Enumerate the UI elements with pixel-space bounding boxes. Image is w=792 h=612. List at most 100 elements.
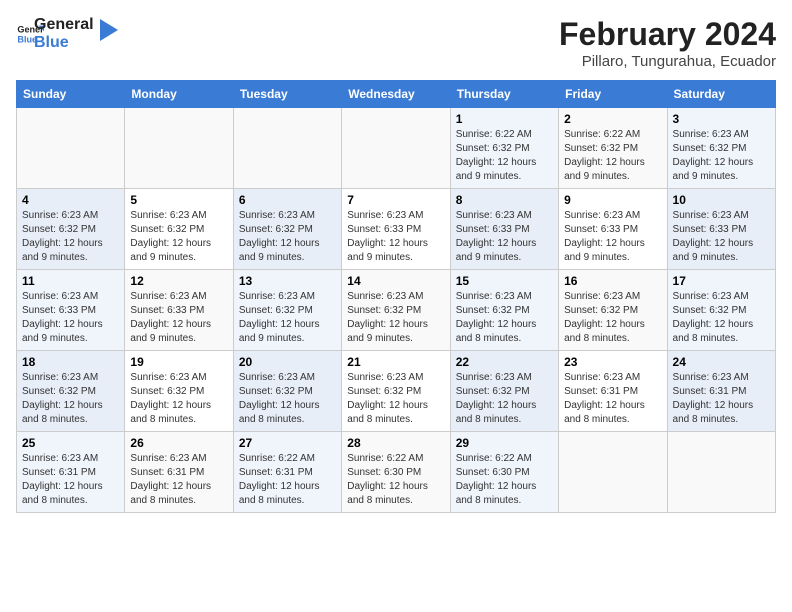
day-info: Sunrise: 6:23 AM Sunset: 6:32 PM Dayligh… [22,209,119,265]
day-number: 11 [22,274,119,288]
calendar-table: SundayMondayTuesdayWednesdayThursdayFrid… [16,80,776,513]
calendar-cell: 19 Sunrise: 6:23 AM Sunset: 6:32 PM Dayli… [125,351,233,432]
calendar-cell [342,108,450,189]
day-number: 10 [673,193,770,207]
day-number: 29 [456,436,553,450]
day-info: Sunrise: 6:23 AM Sunset: 6:33 PM Dayligh… [673,209,770,265]
calendar-cell: 28 Sunrise: 6:22 AM Sunset: 6:30 PM Dayli… [342,432,450,513]
calendar-cell: 3 Sunrise: 6:23 AM Sunset: 6:32 PM Daylig… [667,108,775,189]
logo-blue: Blue [34,34,94,52]
calendar-cell: 27 Sunrise: 6:22 AM Sunset: 6:31 PM Dayli… [233,432,341,513]
day-number: 9 [564,193,661,207]
calendar-header-row: SundayMondayTuesdayWednesdayThursdayFrid… [17,81,776,108]
calendar-cell: 6Sunrise: 6:23 AM Sunset: 6:32 PM Daylig… [233,189,341,270]
day-number: 22 [456,355,553,369]
day-number: 14 [347,274,444,288]
logo-general: General [34,16,94,34]
day-info: Sunrise: 6:22 AM Sunset: 6:32 PM Dayligh… [564,128,661,184]
calendar-cell: 8Sunrise: 6:23 AM Sunset: 6:33 PM Daylig… [450,189,558,270]
day-info: Sunrise: 6:23 AM Sunset: 6:32 PM Dayligh… [456,290,553,346]
day-info: Sunrise: 6:23 AM Sunset: 6:32 PM Dayligh… [239,371,336,427]
day-number: 1 [456,112,553,126]
day-info: Sunrise: 6:23 AM Sunset: 6:32 PM Dayligh… [130,371,227,427]
day-number: 18 [22,355,119,369]
calendar-week-row: 11 Sunrise: 6:23 AM Sunset: 6:33 PM Dayli… [17,270,776,351]
calendar-week-row: 4 Sunrise: 6:23 AM Sunset: 6:32 PM Daylig… [17,189,776,270]
day-info: Sunrise: 6:23 AM Sunset: 6:31 PM Dayligh… [22,452,119,508]
day-info: Sunrise: 6:22 AM Sunset: 6:30 PM Dayligh… [347,452,444,508]
day-info: Sunrise: 6:23 AM Sunset: 6:32 PM Dayligh… [347,371,444,427]
calendar-body: 1 Sunrise: 6:22 AM Sunset: 6:32 PM Daylig… [17,108,776,513]
calendar-header-saturday: Saturday [667,81,775,108]
day-info: Sunrise: 6:23 AM Sunset: 6:32 PM Dayligh… [673,290,770,346]
calendar-week-row: 1 Sunrise: 6:22 AM Sunset: 6:32 PM Daylig… [17,108,776,189]
calendar-cell: 15Sunrise: 6:23 AM Sunset: 6:32 PM Dayli… [450,270,558,351]
calendar-cell: 29Sunrise: 6:22 AM Sunset: 6:30 PM Dayli… [450,432,558,513]
calendar-cell: 2 Sunrise: 6:22 AM Sunset: 6:32 PM Daylig… [559,108,667,189]
day-info: Sunrise: 6:23 AM Sunset: 6:32 PM Dayligh… [239,290,336,346]
calendar-week-row: 18 Sunrise: 6:23 AM Sunset: 6:32 PM Dayli… [17,351,776,432]
day-info: Sunrise: 6:22 AM Sunset: 6:31 PM Dayligh… [239,452,336,508]
day-number: 25 [22,436,119,450]
calendar-week-row: 25 Sunrise: 6:23 AM Sunset: 6:31 PM Dayli… [17,432,776,513]
calendar-cell: 26Sunrise: 6:23 AM Sunset: 6:31 PM Dayli… [125,432,233,513]
day-number: 23 [564,355,661,369]
day-info: Sunrise: 6:23 AM Sunset: 6:32 PM Dayligh… [564,290,661,346]
day-info: Sunrise: 6:23 AM Sunset: 6:31 PM Dayligh… [564,371,661,427]
day-number: 12 [130,274,227,288]
day-info: Sunrise: 6:23 AM Sunset: 6:32 PM Dayligh… [456,371,553,427]
day-number: 5 [130,193,227,207]
day-number: 3 [673,112,770,126]
page-header: General Blue General Blue February 2024 … [16,16,776,70]
day-info: Sunrise: 6:23 AM Sunset: 6:33 PM Dayligh… [456,209,553,265]
calendar-cell: 20 Sunrise: 6:23 AM Sunset: 6:32 PM Dayli… [233,351,341,432]
calendar-cell: 14Sunrise: 6:23 AM Sunset: 6:32 PM Dayli… [342,270,450,351]
day-info: Sunrise: 6:22 AM Sunset: 6:32 PM Dayligh… [456,128,553,184]
day-number: 13 [239,274,336,288]
day-number: 28 [347,436,444,450]
logo-arrow-icon [100,19,118,41]
page-subtitle: Pillaro, Tungurahua, Ecuador [559,53,776,70]
day-number: 2 [564,112,661,126]
day-number: 20 [239,355,336,369]
calendar-cell: 21 Sunrise: 6:23 AM Sunset: 6:32 PM Dayli… [342,351,450,432]
day-info: Sunrise: 6:23 AM Sunset: 6:32 PM Dayligh… [673,128,770,184]
calendar-header-wednesday: Wednesday [342,81,450,108]
day-info: Sunrise: 6:23 AM Sunset: 6:32 PM Dayligh… [130,209,227,265]
calendar-cell [559,432,667,513]
day-info: Sunrise: 6:23 AM Sunset: 6:33 PM Dayligh… [347,209,444,265]
calendar-cell: 25 Sunrise: 6:23 AM Sunset: 6:31 PM Dayli… [17,432,125,513]
calendar-header-friday: Friday [559,81,667,108]
calendar-cell [17,108,125,189]
calendar-cell: 23 Sunrise: 6:23 AM Sunset: 6:31 PM Dayli… [559,351,667,432]
calendar-cell: 1 Sunrise: 6:22 AM Sunset: 6:32 PM Daylig… [450,108,558,189]
day-info: Sunrise: 6:23 AM Sunset: 6:33 PM Dayligh… [564,209,661,265]
day-number: 27 [239,436,336,450]
page-title: February 2024 [559,16,776,53]
day-number: 24 [673,355,770,369]
day-info: Sunrise: 6:23 AM Sunset: 6:31 PM Dayligh… [130,452,227,508]
calendar-cell: 13 Sunrise: 6:23 AM Sunset: 6:32 PM Dayli… [233,270,341,351]
calendar-cell: 18Sunrise: 6:23 AM Sunset: 6:32 PM Dayli… [17,351,125,432]
calendar-cell: 22 Sunrise: 6:23 AM Sunset: 6:32 PM Dayli… [450,351,558,432]
day-info: Sunrise: 6:23 AM Sunset: 6:31 PM Dayligh… [673,371,770,427]
calendar-cell: 9 Sunrise: 6:23 AM Sunset: 6:33 PM Daylig… [559,189,667,270]
calendar-cell: 24 Sunrise: 6:23 AM Sunset: 6:31 PM Dayli… [667,351,775,432]
day-info: Sunrise: 6:23 AM Sunset: 6:33 PM Dayligh… [22,290,119,346]
calendar-cell: 4 Sunrise: 6:23 AM Sunset: 6:32 PM Daylig… [17,189,125,270]
calendar-cell [667,432,775,513]
day-info: Sunrise: 6:23 AM Sunset: 6:32 PM Dayligh… [239,209,336,265]
calendar-cell: 16 Sunrise: 6:23 AM Sunset: 6:32 PM Dayli… [559,270,667,351]
day-number: 16 [564,274,661,288]
calendar-cell: 17 Sunrise: 6:23 AM Sunset: 6:32 PM Dayli… [667,270,775,351]
day-number: 21 [347,355,444,369]
day-info: Sunrise: 6:23 AM Sunset: 6:33 PM Dayligh… [130,290,227,346]
calendar-cell: 5 Sunrise: 6:23 AM Sunset: 6:32 PM Daylig… [125,189,233,270]
calendar-cell: 12 Sunrise: 6:23 AM Sunset: 6:33 PM Dayli… [125,270,233,351]
logo: General Blue General Blue [16,16,118,51]
calendar-header-sunday: Sunday [17,81,125,108]
day-number: 19 [130,355,227,369]
day-number: 17 [673,274,770,288]
day-number: 4 [22,193,119,207]
calendar-cell: 11 Sunrise: 6:23 AM Sunset: 6:33 PM Dayli… [17,270,125,351]
